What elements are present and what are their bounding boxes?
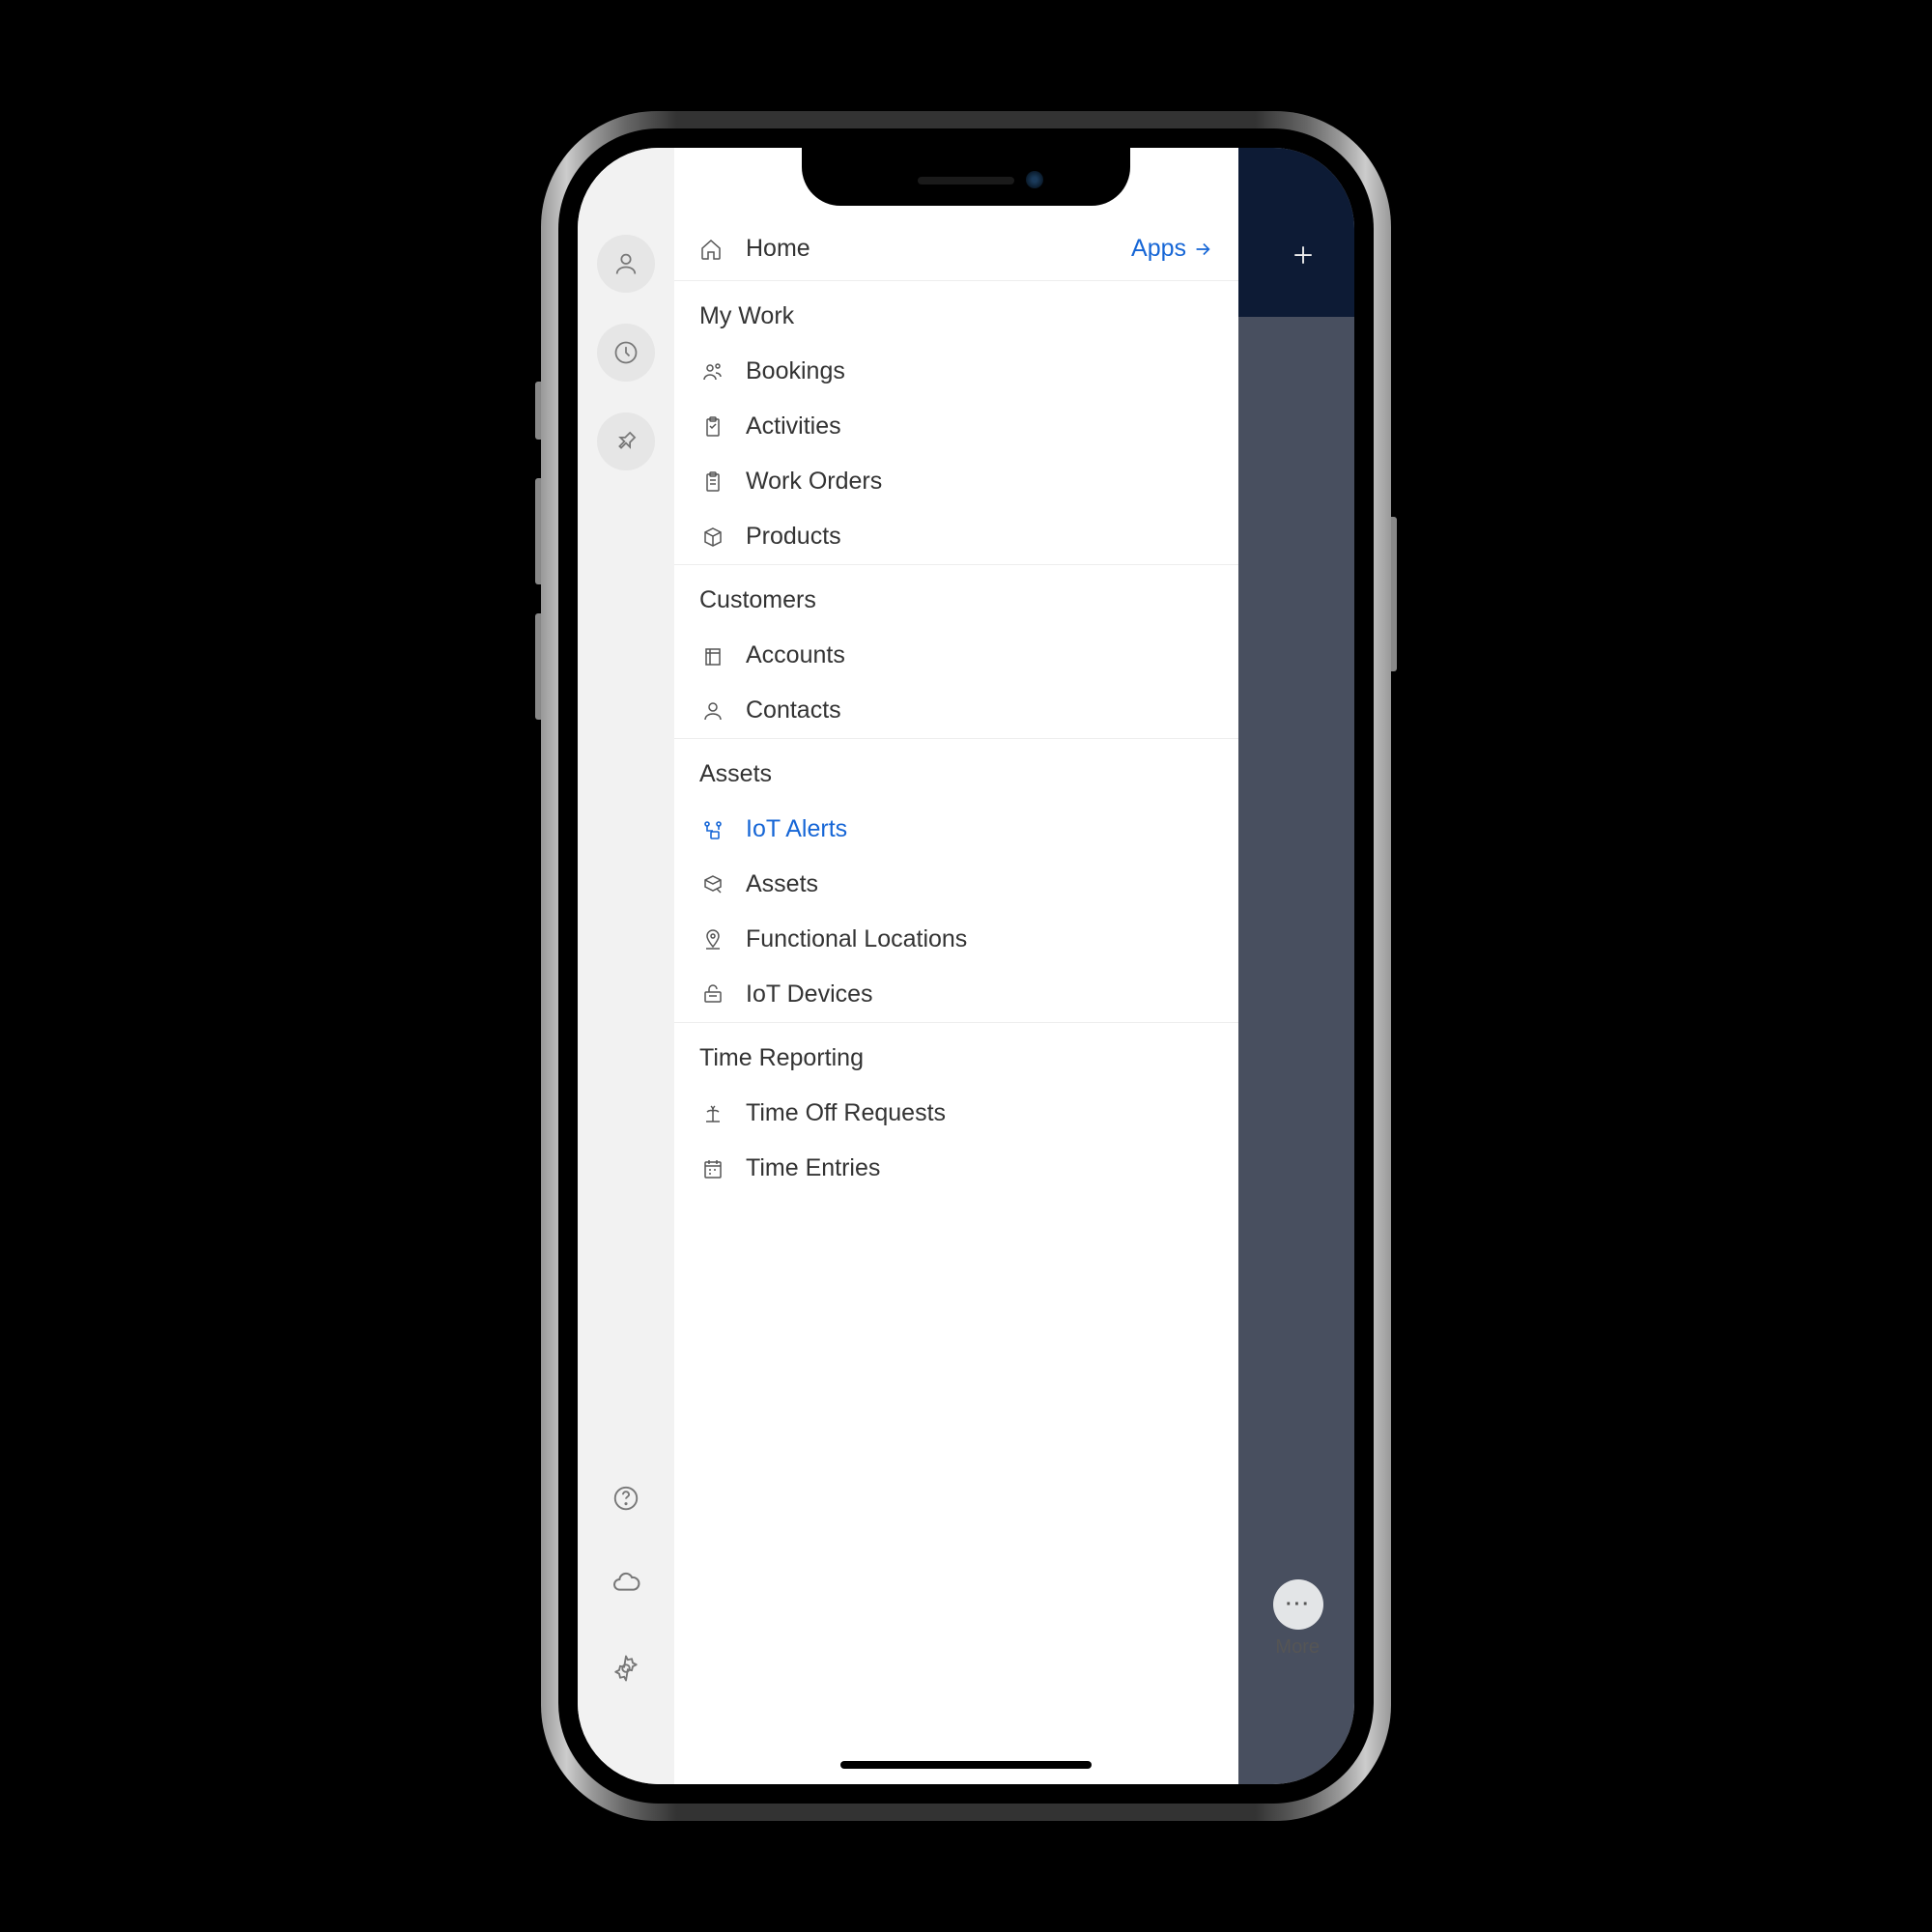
box-edit-icon	[699, 873, 726, 896]
help-button[interactable]	[597, 1469, 655, 1527]
apps-link[interactable]: Apps	[1131, 235, 1213, 263]
add-icon[interactable]	[1289, 241, 1318, 270]
nav-item-iot-alerts[interactable]: IoT Alerts	[674, 802, 1238, 857]
box-icon	[699, 526, 726, 549]
power-button	[1391, 517, 1397, 671]
pinned-button[interactable]	[597, 412, 655, 470]
nav-item-time-off-requests[interactable]: Time Off Requests	[674, 1086, 1238, 1141]
person-icon	[612, 250, 639, 277]
more-label: More	[1275, 1636, 1320, 1659]
left-rail	[578, 148, 674, 1784]
person-icon	[699, 699, 726, 723]
recent-button[interactable]	[597, 324, 655, 382]
home-indicator[interactable]	[840, 1761, 1092, 1769]
more-button[interactable]: ···	[1273, 1579, 1323, 1630]
section-my-work: My Work	[674, 281, 1238, 344]
location-pin-icon	[699, 928, 726, 952]
nav-item-contacts[interactable]: Contacts	[674, 683, 1238, 738]
gear-icon	[611, 1654, 640, 1683]
nav-item-activities[interactable]: Activities	[674, 399, 1238, 454]
nav-item-accounts[interactable]: Accounts	[674, 628, 1238, 683]
volume-down-button	[535, 613, 541, 720]
nav-item-functional-locations[interactable]: Functional Locations	[674, 912, 1238, 967]
cloud-button[interactable]	[597, 1554, 655, 1612]
home-icon	[699, 238, 726, 261]
nav-panel: Home Apps My Work Bookings Activities	[674, 148, 1238, 1784]
arrow-right-icon	[1192, 239, 1213, 260]
help-icon	[611, 1484, 640, 1513]
clipboard-icon	[699, 415, 726, 439]
nav-item-assets[interactable]: Assets	[674, 857, 1238, 912]
phone-frame: ··· More	[541, 111, 1391, 1821]
profile-button[interactable]	[597, 235, 655, 293]
beach-icon	[699, 1102, 726, 1125]
settings-button[interactable]	[597, 1639, 655, 1697]
home-label: Home	[746, 235, 1131, 263]
notch	[802, 148, 1130, 206]
nav-item-time-entries[interactable]: Time Entries	[674, 1141, 1238, 1196]
nav-item-products[interactable]: Products	[674, 509, 1238, 564]
pin-icon	[612, 428, 639, 455]
people-icon	[699, 360, 726, 384]
clock-icon	[612, 339, 639, 366]
volume-up-button	[535, 478, 541, 584]
nav-item-iot-devices[interactable]: IoT Devices	[674, 967, 1238, 1022]
nav-item-bookings[interactable]: Bookings	[674, 344, 1238, 399]
building-icon	[699, 644, 726, 668]
calendar-icon	[699, 1157, 726, 1180]
clipboard-list-icon	[699, 470, 726, 494]
device-icon	[699, 983, 726, 1007]
iot-alert-icon	[699, 818, 726, 841]
cloud-icon	[611, 1568, 641, 1599]
section-time-reporting: Time Reporting	[674, 1022, 1238, 1086]
section-customers: Customers	[674, 564, 1238, 628]
section-assets: Assets	[674, 738, 1238, 802]
mute-switch	[535, 382, 541, 440]
dimmed-background[interactable]: ··· More	[1238, 148, 1354, 1784]
nav-item-work-orders[interactable]: Work Orders	[674, 454, 1238, 509]
